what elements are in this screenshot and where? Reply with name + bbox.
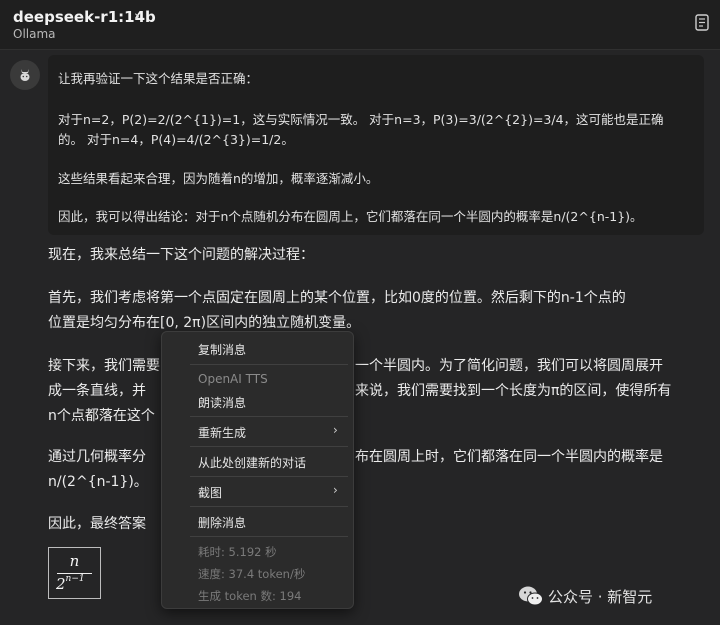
menu-item-new-chat-from-here[interactable]: 从此处创建新的对话 [198, 454, 306, 471]
assistant-avatar [10, 60, 40, 90]
message-context-menu: 复制消息 OpenAI TTS 朗读消息 重新生成 › 从此处创建新的对话 截图… [161, 331, 354, 609]
submenu-arrow-icon: › [333, 423, 338, 437]
formula-numerator: n [69, 552, 80, 570]
answer-fragment: 接下来，我们需要 [48, 358, 160, 374]
thinking-line: 这些结果看起来合理，因为随着n的增加，概率逐渐减小。 [58, 171, 379, 186]
stat-tokens: 生成 token 数: 194 [198, 589, 302, 603]
thinking-line: 让我再验证一下这个结果是否正确： [58, 71, 259, 86]
answer-fragment: 布在圆周上时，它们都落在同一个半圆内的概率是 [355, 449, 663, 465]
menu-item-read-aloud[interactable]: 朗读消息 [198, 394, 246, 411]
final-answer-formula: n 2n−1 [48, 547, 101, 599]
answer-fragment: n个点都落在这个 [48, 408, 155, 424]
answer-paragraph: n/(2^{n-1})。 [48, 474, 148, 490]
menu-item-copy[interactable]: 复制消息 [198, 341, 246, 358]
menu-item-screenshot[interactable]: 截图 [198, 484, 222, 501]
menu-divider [190, 446, 348, 447]
stat-speed: 速度: 37.4 token/秒 [198, 567, 306, 581]
model-chevron-icon[interactable]: › [134, 7, 140, 25]
menu-divider [190, 506, 348, 507]
answer-fragment: 来说，我们需要找到一个长度为π的区间，使得所有 [355, 383, 672, 399]
menu-item-regenerate[interactable]: 重新生成 [198, 424, 246, 441]
denominator-exponent: n−1 [65, 574, 85, 584]
answer-fragment: 通过几何概率分 [48, 449, 146, 465]
provider-label: Ollama [13, 27, 56, 41]
wechat-icon [519, 586, 543, 606]
submenu-arrow-icon: › [333, 483, 338, 497]
denominator-base: 2 [56, 575, 66, 593]
llama-icon [20, 69, 30, 81]
notes-icon[interactable] [695, 14, 709, 31]
formula-denominator: 2n−1 [56, 574, 85, 593]
chat-header: deepseek-r1:14b › Ollama [0, 0, 720, 50]
thinking-block: 让我再验证一下这个结果是否正确： 对于n=2，P(2)=2/(2^{1})=1，… [48, 55, 704, 235]
menu-header-tts: OpenAI TTS [198, 372, 268, 386]
answer-fragment: 一个半圆内。为了简化问题，我们可以将圆周展开 [355, 358, 663, 374]
thinking-line: 对于n=2，P(2)=2/(2^{1})=1，这与实际情况一致。 对于n=3，P… [58, 112, 664, 127]
thinking-line: 的。 对于n=4，P(4)=4/(2^{3})=1/2。 [58, 132, 294, 147]
watermark-text: 公众号 · 新智元 [548, 588, 653, 606]
answer-fragment: 成一条直线，并 [48, 383, 146, 399]
thinking-line: 因此，我可以得出结论：对于n个点随机分布在圆周上，它们都落在同一个半圆内的概率是… [58, 209, 643, 224]
menu-divider [190, 476, 348, 477]
menu-divider [190, 416, 348, 417]
menu-divider [190, 536, 348, 537]
stat-elapsed: 耗时: 5.192 秒 [198, 545, 277, 559]
menu-item-delete[interactable]: 删除消息 [198, 514, 246, 531]
menu-divider [190, 364, 348, 365]
answer-fragment: 因此，最终答案 [48, 516, 146, 532]
answer-paragraph: 现在，我来总结一下这个问题的解决过程： [48, 247, 314, 263]
answer-paragraph: 首先，我们考虑将第一个点固定在圆周上的某个位置，比如0度的位置。然后剩下的n-1… [48, 290, 626, 306]
